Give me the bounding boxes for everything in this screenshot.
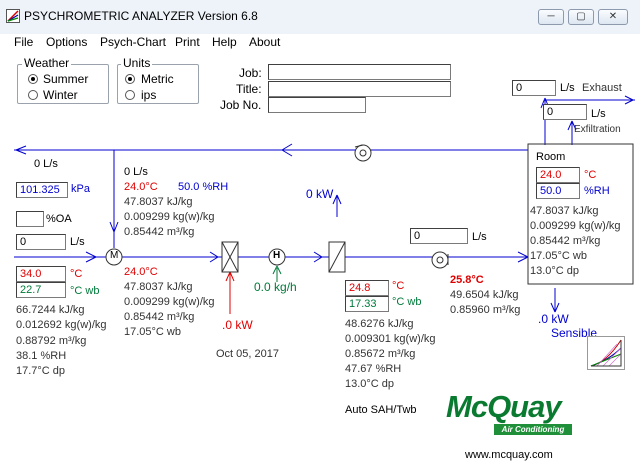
supply-enthalpy: 49.6504 kJ/kg — [450, 289, 519, 301]
weather-legend: Weather — [22, 56, 72, 70]
brand-name: McQuay — [446, 389, 562, 424]
outdoor-volume: 0.88792 m³/kg — [16, 335, 87, 347]
outdoor-dp: 17.7°C dp — [16, 365, 66, 377]
room-db-input[interactable]: 24.0 — [536, 167, 580, 183]
mixed-db: 24.0°C — [124, 266, 158, 278]
return-flow-label: 0 L/s — [34, 158, 58, 170]
brand-url[interactable]: www.mcquay.com — [465, 449, 553, 461]
room-enthalpy: 47.8037 kJ/kg — [530, 205, 599, 217]
cooling-wb-unit: °C wb — [392, 296, 422, 308]
winter-radio[interactable] — [28, 90, 38, 100]
room-humidity: 0.009299 kg(w)/kg — [530, 220, 621, 232]
date-label: Oct 05, 2017 — [216, 348, 279, 360]
cooling-rh: 47.67 %RH — [345, 363, 402, 375]
mixed-humidity: 0.009299 kg(w)/kg — [124, 296, 215, 308]
winter-label[interactable]: Winter — [43, 88, 78, 102]
outdoor-db-unit: °C — [70, 268, 83, 280]
cooling-humidity: 0.009301 kg(w)/kg — [345, 333, 436, 345]
return-rh: 50.0 %RH — [178, 181, 229, 193]
mixed-enthalpy: 47.8037 kJ/kg — [124, 281, 193, 293]
room-volume: 0.85442 m³/kg — [530, 235, 601, 247]
return-fan-icon — [354, 144, 372, 162]
ips-radio[interactable] — [125, 90, 135, 100]
return-humidity: 0.009299 kg(w)/kg — [124, 211, 215, 223]
units-legend: Units — [121, 56, 153, 70]
psych-chart-thumbnail[interactable] — [587, 336, 625, 370]
outdoor-flow-input[interactable]: 0 — [16, 234, 66, 250]
exhaust-label: Exhaust — [582, 82, 622, 94]
brand-tagline: Air Conditioning — [494, 424, 572, 435]
cooling-volume: 0.85672 m³/kg — [345, 348, 416, 360]
cooling-power: 0 kW — [306, 187, 334, 201]
room-label: Room — [536, 151, 566, 163]
humidifier-symbol: H — [273, 250, 281, 261]
outdoor-wb-input[interactable]: 22.7 — [16, 282, 66, 298]
outdoor-enthalpy: 66.7244 kJ/kg — [16, 304, 85, 316]
metric-label[interactable]: Metric — [141, 72, 174, 86]
outdoor-wb-unit: °C wb — [70, 285, 100, 297]
exhaust-flow-input[interactable]: 0 — [512, 80, 556, 96]
cooling-coil-icon — [328, 241, 346, 273]
room-rh-unit: %RH — [584, 185, 610, 197]
preheat-power: .0 kW — [222, 318, 253, 332]
cooling-db-input[interactable]: 24.8 — [345, 280, 389, 296]
title-label: Title: — [236, 82, 262, 96]
sensible-power: .0 kW — [538, 312, 569, 326]
humidifier-rate: 0.0 kg/h — [254, 280, 297, 294]
app-window: PSYCHROMETRIC ANALYZER Version 6.8 ─ ▢ ✕… — [0, 0, 640, 471]
pressure-unit: kPa — [71, 183, 90, 195]
cooling-dp: 13.0°C dp — [345, 378, 395, 390]
exfiltration-flow-input[interactable]: 0 — [543, 104, 587, 120]
supply-fan-icon — [431, 251, 449, 269]
jobno-field[interactable] — [268, 97, 366, 113]
room-rh-input[interactable]: 50.0 — [536, 183, 580, 199]
room-wb: 17.05°C wb — [530, 250, 587, 262]
outdoor-db-input[interactable]: 34.0 — [16, 266, 66, 282]
cooling-enthalpy: 48.6276 kJ/kg — [345, 318, 414, 330]
mixed-wb: 17.05°C wb — [124, 326, 181, 338]
mixed-flow-label: 0 L/s — [124, 166, 148, 178]
room-db-unit: °C — [584, 169, 597, 181]
room-dp: 13.0°C dp — [530, 265, 580, 277]
outdoor-flow-unit: L/s — [70, 236, 85, 248]
cooling-wb-input[interactable]: 17.33 — [345, 296, 389, 312]
summer-label[interactable]: Summer — [43, 72, 88, 86]
exfiltration-label: Exfiltration — [574, 124, 621, 135]
mixed-volume: 0.85442 m³/kg — [124, 311, 195, 323]
return-db: 24.0°C — [124, 181, 158, 193]
jobno-label: Job No. — [220, 98, 262, 112]
exfiltration-unit: L/s — [591, 108, 606, 120]
pressure-input[interactable]: 101.325 — [16, 182, 68, 198]
preheat-coil-icon — [221, 241, 239, 273]
metric-radio[interactable] — [125, 74, 135, 84]
ips-label[interactable]: ips — [141, 88, 156, 102]
supply-flow-unit: L/s — [472, 231, 487, 243]
mcquay-logo: McQuay Air Conditioning — [444, 389, 580, 437]
title-field[interactable] — [268, 81, 451, 97]
job-field[interactable] — [268, 64, 451, 80]
return-volume: 0.85442 m³/kg — [124, 226, 195, 238]
cooling-db-unit: °C — [392, 280, 405, 292]
oa-unit: %OA — [46, 213, 72, 225]
job-label: Job: — [239, 66, 262, 80]
summer-radio[interactable] — [28, 74, 38, 84]
exhaust-unit: L/s — [560, 82, 575, 94]
supply-volume: 0.85960 m³/kg — [450, 304, 521, 316]
outdoor-humidity: 0.012692 kg(w)/kg — [16, 319, 107, 331]
mixer-symbol: M — [110, 250, 119, 261]
outdoor-rh: 38.1 %RH — [16, 350, 67, 362]
supply-flow-input[interactable]: 0 — [410, 228, 468, 244]
cooling-note: Auto SAH/Twb — [345, 404, 417, 416]
oa-input[interactable] — [16, 211, 44, 227]
return-enthalpy: 47.8037 kJ/kg — [124, 196, 193, 208]
supply-db: 25.8°C — [450, 274, 484, 286]
